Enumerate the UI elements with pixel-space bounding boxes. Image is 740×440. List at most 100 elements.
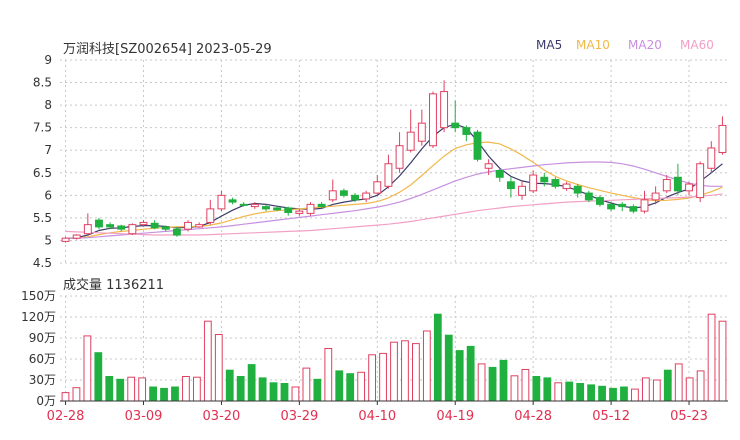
candle-body xyxy=(651,192,660,201)
candle-body xyxy=(250,203,259,208)
price-tick-label: 6 xyxy=(44,188,52,202)
candle xyxy=(707,141,716,173)
candle xyxy=(83,213,92,236)
candle-body xyxy=(184,221,192,230)
candle-body xyxy=(685,183,693,192)
candle-body xyxy=(172,228,181,236)
candle xyxy=(384,154,393,189)
volume-tick-label: 0万 xyxy=(36,394,56,408)
x-tick-label: 03-09 xyxy=(125,409,163,424)
volume-bar xyxy=(171,386,179,402)
volume-bar xyxy=(455,350,464,402)
volume-bar xyxy=(685,377,694,402)
x-tick-label: 03-29 xyxy=(280,409,318,424)
candle xyxy=(640,190,649,214)
volume-bar xyxy=(477,363,486,402)
candle-body xyxy=(384,163,393,187)
candle xyxy=(217,190,226,212)
candle xyxy=(373,175,382,196)
ma-line-ma5 xyxy=(65,123,723,240)
candle xyxy=(150,220,159,230)
volume-layer xyxy=(61,313,727,402)
volume-bar xyxy=(94,352,103,402)
candle xyxy=(206,199,215,225)
volume-bar xyxy=(433,313,442,402)
candle xyxy=(529,170,538,194)
volume-bar xyxy=(138,377,147,402)
candle-body xyxy=(362,192,371,200)
candle-body xyxy=(662,179,671,192)
candle-body xyxy=(673,176,682,192)
volume-bar xyxy=(401,340,409,402)
candle-body xyxy=(618,203,627,208)
candle-body xyxy=(451,122,460,129)
candle-body xyxy=(317,203,326,208)
candle xyxy=(696,161,705,203)
candle-body xyxy=(206,208,215,223)
candle xyxy=(451,100,460,133)
candle xyxy=(518,181,526,200)
x-tick-label: 05-23 xyxy=(670,409,708,424)
volume-bar xyxy=(466,345,475,402)
candle xyxy=(673,163,682,196)
candle xyxy=(506,177,515,198)
x-tick-label: 04-19 xyxy=(436,409,474,424)
volume-bar xyxy=(192,376,201,402)
candle-body xyxy=(529,174,538,192)
volume-bar xyxy=(225,369,234,402)
candle-body xyxy=(417,122,426,142)
candle xyxy=(306,202,315,216)
candle xyxy=(95,217,103,230)
volume-bar xyxy=(182,376,190,402)
price-tick-label: 6.5 xyxy=(33,166,52,180)
candle-body xyxy=(495,170,504,178)
volume-tick-label: 30万 xyxy=(29,373,56,387)
price-tick-label: 8 xyxy=(44,98,52,112)
volume-bar xyxy=(160,387,168,402)
candle-body xyxy=(195,224,204,228)
candle-body xyxy=(351,194,359,201)
chart-svg: 98.587.576.565.554.5150万120万90万60万30万0万0… xyxy=(21,53,728,424)
volume-bar xyxy=(631,388,639,402)
volume-bar xyxy=(280,383,289,402)
volume-bar xyxy=(335,370,344,402)
candle-body xyxy=(373,181,382,194)
candle xyxy=(339,188,348,198)
volume-tick-label: 90万 xyxy=(29,331,56,345)
candle-body xyxy=(83,224,92,235)
volume-bar xyxy=(390,341,398,402)
candle xyxy=(618,202,627,212)
candle xyxy=(284,206,293,216)
candle-body xyxy=(473,131,482,160)
volume-bar xyxy=(313,378,322,402)
volume-bar xyxy=(488,366,497,402)
candle-body xyxy=(718,124,727,153)
candle-body xyxy=(339,190,348,196)
volume-tick-label: 60万 xyxy=(29,352,56,366)
candle-body xyxy=(228,199,237,203)
candle xyxy=(172,226,181,237)
x-tick-label: 04-10 xyxy=(358,409,396,424)
volume-tick-label: 120万 xyxy=(21,310,56,324)
volume-bar xyxy=(203,320,212,402)
candle-body xyxy=(607,203,616,210)
candle xyxy=(551,177,560,189)
candle-body xyxy=(596,197,604,205)
candle xyxy=(128,223,137,236)
volume-bar xyxy=(554,382,563,402)
volume-bar xyxy=(652,379,661,402)
candle-body xyxy=(61,237,70,242)
volume-bar xyxy=(83,335,92,402)
volume-bar xyxy=(61,392,70,402)
price-tick-label: 8.5 xyxy=(33,76,52,90)
candle xyxy=(328,179,337,203)
volume-bar xyxy=(258,377,267,402)
candle xyxy=(429,91,437,148)
price-tick-label: 7 xyxy=(44,143,52,157)
volume-bar xyxy=(576,383,585,402)
candle-body xyxy=(462,127,471,135)
candle-body xyxy=(640,199,649,212)
price-tick-label: 7.5 xyxy=(33,121,52,135)
volume-bar xyxy=(598,385,606,402)
volume-bar xyxy=(346,373,355,402)
